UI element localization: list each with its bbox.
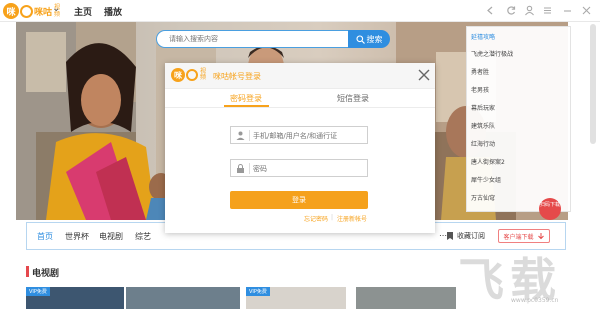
list-item[interactable]: 万古仙穹 bbox=[471, 193, 495, 202]
watermark-site: www.pc0359.cn bbox=[511, 297, 559, 304]
logo-mark-icon: 咪 bbox=[3, 3, 19, 19]
scrollbar[interactable] bbox=[590, 24, 596, 144]
nav-worldcup[interactable]: 世界杯 bbox=[65, 231, 89, 242]
password-field[interactable] bbox=[230, 159, 368, 177]
list-item[interactable]: 犀牛少女组 bbox=[471, 175, 501, 184]
svg-text:飞: 飞 bbox=[458, 253, 504, 307]
client-download-label: 客户端下载 bbox=[503, 233, 534, 241]
register-link[interactable]: 注册新帐号 bbox=[337, 214, 367, 223]
bookmark-icon[interactable] bbox=[445, 231, 455, 241]
dialog-logo-sub: 视频 bbox=[200, 68, 207, 81]
video-thumbnail[interactable] bbox=[356, 287, 456, 309]
login-dialog: 咪 视频 咪咕帐号登录 密码登录 短信登录 登录 忘记密码 | bbox=[165, 63, 435, 233]
list-item[interactable]: 飞虎之潜行极战 bbox=[471, 49, 513, 58]
minimize-icon[interactable] bbox=[562, 5, 573, 16]
client-download-button[interactable]: 客户端下载 bbox=[498, 229, 550, 243]
list-item[interactable]: 红海行动 bbox=[471, 139, 495, 148]
list-item[interactable]: 延禧攻略 bbox=[471, 32, 495, 41]
close-window-icon[interactable] bbox=[581, 5, 592, 16]
nav-favorites[interactable]: 收藏订阅 bbox=[457, 231, 485, 241]
logo-ring-icon bbox=[20, 4, 33, 18]
back-icon[interactable] bbox=[485, 5, 496, 16]
list-item[interactable]: 唐人街探案2 bbox=[471, 157, 505, 166]
link-divider: | bbox=[331, 214, 334, 221]
vip-badge: VIP免费 bbox=[246, 287, 270, 296]
search-input[interactable] bbox=[156, 30, 350, 48]
logo-ring-icon bbox=[186, 69, 198, 81]
list-item[interactable]: 老男孩 bbox=[471, 85, 489, 94]
search-bar: 搜索 bbox=[156, 30, 390, 48]
scan-download-badge[interactable]: 扫码下载 bbox=[539, 198, 561, 220]
refresh-icon[interactable] bbox=[506, 5, 517, 16]
chevron-down-icon[interactable]: ⌄ bbox=[52, 3, 60, 14]
tab-home[interactable]: 主页 bbox=[74, 5, 92, 18]
logo-text: 咪咕 bbox=[34, 7, 53, 18]
search-button-label: 搜索 bbox=[366, 34, 383, 44]
video-thumbnail[interactable]: VIP免费 bbox=[246, 287, 346, 309]
user-icon bbox=[236, 131, 245, 140]
user-icon[interactable] bbox=[524, 5, 535, 16]
menu-icon[interactable] bbox=[542, 5, 553, 16]
list-item[interactable]: 建筑乐队 bbox=[471, 121, 495, 130]
close-icon[interactable] bbox=[416, 67, 432, 83]
search-icon bbox=[355, 34, 365, 44]
logo-mark-icon: 咪 bbox=[171, 68, 185, 82]
tab-divider bbox=[165, 107, 435, 108]
section-title: 电视剧 bbox=[32, 269, 60, 279]
tab-password-login[interactable]: 密码登录 bbox=[230, 93, 262, 104]
dialog-logo: 咪 视频 bbox=[171, 68, 207, 82]
tab-sms-login[interactable]: 短信登录 bbox=[337, 93, 369, 104]
password-input[interactable] bbox=[253, 162, 363, 175]
app-window: 咪 咪咕 视频 ⌄ 主页 播放 请输入搜索内容 搜索 延禧攻略 飞虎之潜行极战 … bbox=[0, 0, 600, 309]
section-accent bbox=[26, 266, 29, 277]
list-item[interactable]: 勇者胜 bbox=[471, 67, 489, 76]
recommend-list: 延禧攻略 飞虎之潜行极战 勇者胜 老男孩 幕后玩家 建筑乐队 红海行动 唐人街探… bbox=[466, 26, 571, 212]
video-thumbnail[interactable]: VIP免费 bbox=[26, 287, 124, 309]
video-thumbnail[interactable] bbox=[126, 287, 240, 309]
nav-home[interactable]: 首页 bbox=[37, 231, 53, 242]
lock-icon bbox=[237, 164, 244, 173]
dialog-title: 咪咕帐号登录 bbox=[213, 72, 261, 81]
download-icon bbox=[537, 233, 544, 240]
vip-badge: VIP免费 bbox=[26, 287, 50, 296]
tab-player[interactable]: 播放 bbox=[104, 5, 122, 18]
field-divider bbox=[249, 130, 250, 141]
list-item[interactable]: 幕后玩家 bbox=[471, 103, 495, 112]
nav-tv[interactable]: 电视剧 bbox=[99, 231, 123, 242]
nav-variety[interactable]: 综艺 bbox=[135, 231, 151, 242]
search-button[interactable]: 搜索 bbox=[348, 30, 390, 48]
username-field[interactable] bbox=[230, 126, 368, 144]
title-bar: 咪 咪咕 视频 ⌄ 主页 播放 bbox=[0, 0, 600, 22]
dialog-header: 咪 视频 咪咕帐号登录 bbox=[165, 63, 435, 89]
field-divider bbox=[249, 163, 250, 174]
username-input[interactable] bbox=[253, 129, 363, 142]
login-button[interactable]: 登录 bbox=[230, 191, 368, 209]
forgot-password-link[interactable]: 忘记密码 bbox=[304, 214, 328, 223]
